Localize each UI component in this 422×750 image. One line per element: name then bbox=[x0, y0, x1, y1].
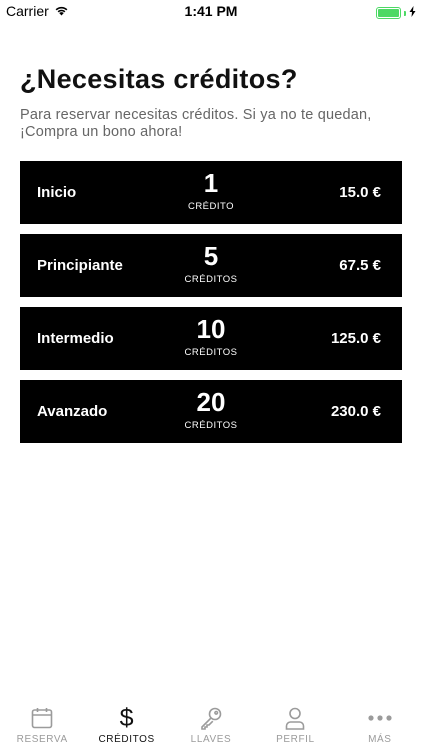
package-price: 230.0 € bbox=[330, 403, 381, 420]
tab-mas[interactable]: MÁS bbox=[338, 700, 422, 750]
battery-indicator bbox=[376, 4, 416, 22]
battery-icon bbox=[376, 7, 401, 19]
tab-label: CRÉDITOS bbox=[98, 734, 155, 745]
tab-label: MÁS bbox=[368, 734, 392, 745]
clock: 1:41 PM bbox=[184, 3, 238, 19]
credit-packages-list: Inicio 1 CRÉDITO 15.0 € Principiante 5 C… bbox=[20, 161, 402, 453]
package-price: 15.0 € bbox=[339, 184, 381, 201]
package-card[interactable]: Inicio 1 CRÉDITO 15.0 € bbox=[20, 161, 402, 224]
package-card[interactable]: Avanzado 20 CRÉDITOS 230.0 € bbox=[20, 380, 402, 443]
package-card[interactable]: Principiante 5 CRÉDITOS 67.5 € bbox=[20, 234, 402, 297]
tab-reserva[interactable]: RESERVA bbox=[0, 700, 84, 750]
tab-llaves[interactable]: LLAVES bbox=[169, 700, 253, 750]
status-bar: Carrier 1:41 PM bbox=[0, 0, 422, 22]
key-icon bbox=[198, 705, 224, 731]
page-subtitle: Para reservar necesitas créditos. Si ya … bbox=[20, 107, 372, 140]
package-price: 67.5 € bbox=[339, 257, 381, 274]
tab-creditos[interactable]: $ CRÉDITOS bbox=[84, 700, 168, 750]
tab-label: PERFIL bbox=[276, 734, 315, 745]
package-card[interactable]: Intermedio 10 CRÉDITOS 125.0 € bbox=[20, 307, 402, 370]
package-price: 125.0 € bbox=[330, 330, 381, 347]
person-icon bbox=[282, 705, 308, 731]
calendar-icon bbox=[29, 705, 55, 731]
page-title: ¿Necesitas créditos? bbox=[20, 64, 298, 94]
dollar-icon: $ bbox=[119, 704, 134, 732]
more-icon bbox=[367, 705, 393, 731]
tab-perfil[interactable]: PERFIL bbox=[253, 700, 337, 750]
tab-label: LLAVES bbox=[190, 734, 232, 745]
tab-bar: RESERVA $ CRÉDITOS LLAVES PERFIL MÁS bbox=[0, 700, 422, 750]
tab-label: RESERVA bbox=[16, 734, 68, 745]
charging-bolt-icon bbox=[409, 4, 416, 22]
